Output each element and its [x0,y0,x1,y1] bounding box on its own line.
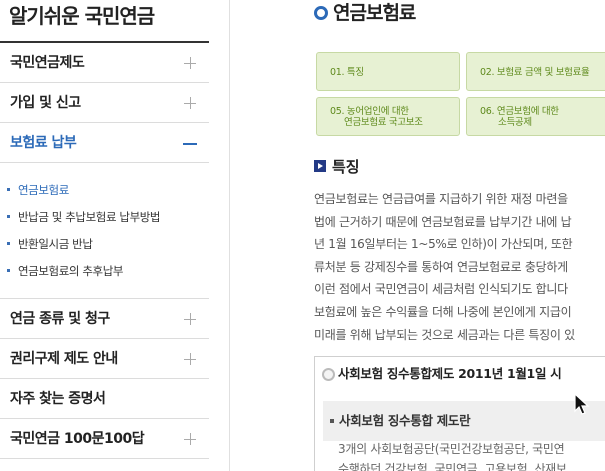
tab-label-line2: 연금보험료 국고보조 [344,117,423,128]
plus-icon [184,313,196,325]
sidebar-item-label: 연금 종류 및 청구 [10,311,110,327]
section-title: 특징 [332,158,360,176]
page-title: 연금보험료 [333,2,416,24]
bullet-icon [7,215,10,218]
info-box-title: 사회보험 징수통합제도 2011년 1월1일 시 [338,366,562,381]
submenu-item-lump-sum-repayment[interactable]: 반환일시금 반납 [7,236,93,252]
plus-icon [184,57,196,69]
submenu-item-label: 연금보험료 [18,183,69,197]
sidebar-item-rights-relief[interactable]: 권리구제 제도 안내 [0,339,209,379]
mouse-cursor-icon [574,393,590,415]
sidebar-title: 알기쉬운 국민연금 [9,4,155,28]
body-line: 보험료에 높은 수익률을 더해 나중에 본인에게 지급이 [314,304,572,319]
tab-features[interactable]: 01. 특징 [316,52,460,91]
plus-icon [184,433,196,445]
submenu-item-label: 반환일시금 반납 [18,237,93,251]
submenu-item-label: 연금보험료의 추후납부 [18,264,124,278]
sidebar-item-faq[interactable]: 국민연금 100문100답 [0,419,209,459]
title-bullet-icon [314,6,328,20]
info-box: 사회보험 징수통합제도 2011년 1월1일 시 사회보험 징수통합 제도란 3… [314,356,605,471]
sidebar-item-national-pension-system[interactable]: 국민연금제도 [0,43,209,83]
submenu-item-pension-premium[interactable]: 연금보험료 [7,182,69,198]
body-line: 년 1월 16일부터는 1~5%로 인하)이 가산되며, 또한 [314,237,573,252]
sidebar-item-label: 가입 및 신고 [10,95,81,111]
sidebar-item-pension-types-and-claims[interactable]: 연금 종류 및 청구 [0,299,209,339]
info-box-subtitle: 사회보험 징수통합 제도란 [339,413,471,428]
bullet-icon [7,188,10,191]
arrow-box-icon [314,160,326,172]
tab-income-deduction[interactable]: 06. 연금보험에 대한 소득공제 [466,97,605,136]
info-box-line: 수행하던 건강보험, 국민연금, 고용보험, 산재보 [338,462,567,471]
body-line: 연금보험료는 연금급여를 지급하기 위한 재정 마련을 [314,192,568,206]
bullet-icon [7,269,10,272]
plus-icon [184,353,196,365]
bullet-icon [7,242,10,245]
body-line: 법에 근거하기 때문에 연금보험료를 납부기간 내에 납 [314,214,572,229]
info-box-line: 3개의 사회보험공단(국민건강보험공단, 국민연 [338,442,565,456]
sidebar: 알기쉬운 국민연금 국민연금제도 가입 및 신고 보험료 납부 연금보험료 반납… [0,0,209,471]
tab-label: 01. 특징 [330,67,364,78]
body-text: 연금보험료는 연금급여를 지급하기 위한 재정 마련을 법에 근거하기 때문에 … [314,188,605,346]
tab-label: 02. 보험료 금액 및 보험료율 [480,67,590,78]
minus-icon [183,143,197,145]
body-line: 류처분 등 강제징수를 통하여 연금보험료로 충당하게 [314,259,568,274]
sidebar-item-label: 국민연금 100문100답 [10,431,145,447]
tab-farmer-subsidy[interactable]: 05. 농어업인에 대한 연금보험료 국고보조 [316,97,460,136]
sidebar-gap [209,0,229,471]
circle-bullet-icon [322,368,335,381]
sidebar-item-certificates[interactable]: 자주 찾는 증명서 [0,379,209,419]
sidebar-item-label: 국민연금제도 [10,55,85,71]
sidebar-item-label: 보험료 납부 [10,135,77,151]
info-box-subheader: 사회보험 징수통합 제도란 [323,401,605,441]
tab-label-line2: 소득공제 [498,117,532,128]
tab-label: 05. 농어업인에 대한 [330,106,409,117]
tab-label: 06. 연금보험에 대한 [480,106,559,117]
bullet-icon [330,419,334,423]
submenu-item-subsequent-payment[interactable]: 연금보험료의 추후납부 [7,263,123,279]
sidebar-submenu: 연금보험료 반납금 및 추납보험료 납부방법 반환일시금 반납 연금보험료의 추… [0,163,209,299]
sidebar-item-label: 자주 찾는 증명서 [10,391,106,407]
body-line: 이런 점에서 국민연금이 세금처럼 인식되기도 합니다 [314,282,568,297]
sidebar-item-premium-payment[interactable]: 보험료 납부 [0,123,209,163]
submenu-item-label: 반납금 및 추납보험료 납부방법 [18,210,161,224]
tab-premium-amount-and-rate[interactable]: 02. 보험료 금액 및 보험료율 [466,52,605,91]
sidebar-item-label: 권리구제 제도 안내 [10,351,118,367]
body-line: 미래를 위해 납부되는 것으로 세금과는 다른 특징이 있 [314,327,575,342]
submenu-item-repayment-method[interactable]: 반납금 및 추납보험료 납부방법 [7,209,161,225]
sidebar-item-enrollment-and-report[interactable]: 가입 및 신고 [0,83,209,123]
plus-icon [184,97,196,109]
